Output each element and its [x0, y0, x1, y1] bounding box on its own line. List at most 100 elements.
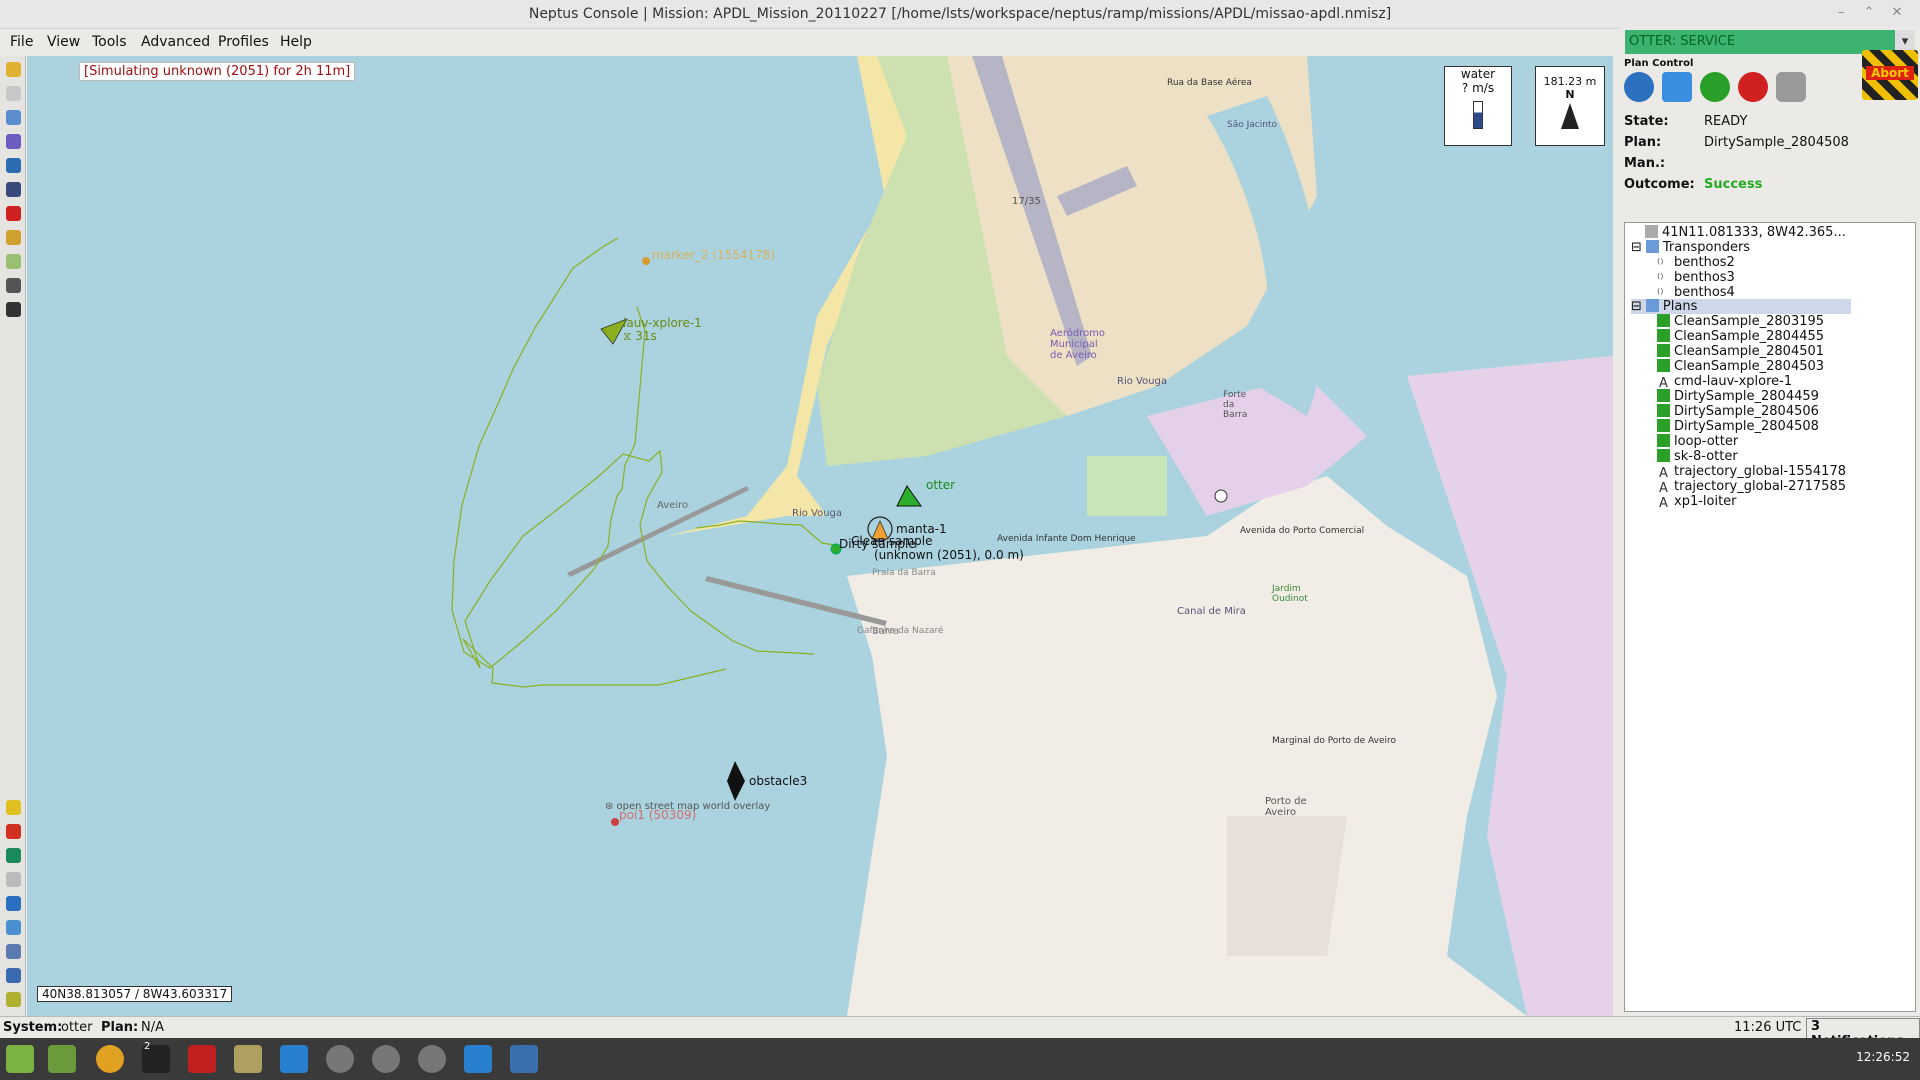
plan-label: DirtySample_2804508 [1674, 419, 1819, 434]
tree-plan[interactable]: Atrajectory_global-1554178 [1657, 464, 1846, 481]
wifi-icon[interactable] [326, 1045, 354, 1073]
maximize-icon[interactable]: ⌃ [1860, 4, 1878, 22]
antenna-icon[interactable] [1624, 72, 1654, 102]
print-icon[interactable] [6, 872, 21, 887]
sun-icon[interactable] [6, 62, 21, 77]
mission-tree[interactable]: 41N11.081333, 8W42.365... ⊟ Transponders … [1624, 222, 1916, 1012]
tree-plan[interactable]: DirtySample_2804459 [1657, 389, 1819, 404]
tree-plan[interactable]: sk-8-otter [1657, 449, 1738, 464]
plan-label: DirtySample_2804506 [1674, 404, 1819, 419]
teleoperation-icon[interactable] [1776, 72, 1806, 102]
eraser-icon[interactable] [6, 824, 21, 839]
app-icon[interactable] [188, 1045, 216, 1073]
tree-plans[interactable]: ⊟ Plans [1631, 299, 1851, 314]
browser-icon[interactable] [96, 1045, 124, 1073]
map-canvas[interactable]: [Simulating unknown (2051) for 2h 11m] 4… [27, 56, 1613, 1016]
river-label-1: Rio Vouga [792, 508, 843, 519]
marginal-label: Marginal do Porto de Aveiro [1272, 736, 1397, 746]
plan-icon [1657, 434, 1670, 447]
vehicle-service-label: OTTER: SERVICE [1629, 34, 1736, 49]
wifi-icon[interactable] [372, 1045, 400, 1073]
layers-icon[interactable] [6, 992, 21, 1007]
plan-label: CleanSample_2804501 [1674, 344, 1825, 359]
transponder-label: benthos2 [1674, 255, 1735, 270]
scale-label: 181.23 m [1543, 75, 1597, 88]
lock-icon[interactable] [6, 230, 21, 245]
folder-icon [1645, 240, 1659, 253]
start-plan-icon[interactable] [1700, 72, 1730, 102]
menu-advanced[interactable]: Advanced [141, 34, 210, 50]
tree-plan[interactable]: Axp1-loiter [1657, 494, 1737, 511]
tree-home[interactable]: 41N11.081333, 8W42.365... [1645, 225, 1846, 240]
eye-icon[interactable] [6, 278, 21, 293]
otter-label: otter [926, 478, 956, 492]
tree-plan[interactable]: DirtySample_2804506 [1657, 404, 1819, 419]
tree-transponder[interactable]: ⁽⁾ benthos3 [1657, 270, 1735, 287]
network-icon[interactable] [6, 944, 21, 959]
menu-help[interactable]: Help [280, 34, 312, 50]
world-icon[interactable] [6, 158, 21, 173]
plan-label: trajectory_global-1554178 [1674, 464, 1846, 479]
tree-plan[interactable]: CleanSample_2804503 [1657, 359, 1824, 374]
pen-icon[interactable] [6, 206, 21, 221]
ship-icon[interactable] [6, 920, 21, 935]
measure-icon[interactable] [6, 86, 21, 101]
clock: 12:26:52 [1856, 1050, 1910, 1064]
system-value: otter [61, 1020, 93, 1035]
info-icon[interactable] [6, 968, 21, 983]
right-panel: OTTER: SERVICE ▾ Plan Control Abort Stat… [1620, 28, 1920, 1016]
pencil-icon[interactable] [6, 800, 21, 815]
files-icon[interactable] [234, 1045, 262, 1073]
vehicle-icon[interactable] [6, 182, 21, 197]
tree-plan[interactable]: CleanSample_2804455 [1657, 329, 1824, 344]
route-icon[interactable] [6, 134, 21, 149]
menu-icon[interactable] [6, 1045, 34, 1073]
menu-view[interactable]: View [47, 34, 80, 50]
gafanha-label: Gafanha da Nazaré [857, 626, 944, 636]
menu-file[interactable]: File [10, 34, 33, 50]
wifi-icon[interactable] [418, 1045, 446, 1073]
map-toolbar [0, 56, 26, 1016]
plan-label: Plan: [1624, 135, 1662, 150]
tree-plan[interactable]: Atrajectory_global-2717585 [1657, 479, 1846, 496]
tree-plan[interactable]: loop-otter [1657, 434, 1738, 449]
forte-label: Forte da Barra [1223, 390, 1248, 420]
plan-outline-icon: A [1659, 376, 1668, 391]
water-speed: ? m/s [1461, 81, 1495, 95]
neptus-icon[interactable] [510, 1045, 538, 1073]
outcome-value: Success [1704, 177, 1763, 192]
target-icon[interactable] [6, 302, 21, 317]
tree-plan[interactable]: Acmd-lauv-xplore-1 [1657, 374, 1792, 391]
coordinate-readout: 40N38.813057 / 8W43.603317 [37, 986, 233, 1002]
close-icon[interactable]: ✕ [1888, 4, 1906, 22]
menu-tools[interactable]: Tools [92, 34, 127, 50]
tree-plan[interactable]: CleanSample_2804501 [1657, 344, 1824, 359]
plan-label: CleanSample_2803195 [1674, 314, 1825, 329]
send-plan-icon[interactable] [1662, 72, 1692, 102]
tree-transponders[interactable]: ⊟ Transponders [1631, 240, 1750, 255]
globe-icon[interactable] [6, 110, 21, 125]
collapse-icon[interactable]: ⊟ [1631, 240, 1642, 255]
tree-transponder[interactable]: ⁽⁾ benthos2 [1657, 255, 1735, 272]
plan-outline-icon: A [1659, 496, 1668, 511]
teamviewer-icon[interactable] [280, 1045, 308, 1073]
folder-icon[interactable] [48, 1045, 76, 1073]
minimize-icon[interactable]: – [1832, 4, 1850, 22]
chart-icon[interactable] [6, 254, 21, 269]
refresh-icon[interactable] [6, 848, 21, 863]
lauv-label: lauv-xplore-1 [623, 316, 702, 330]
tree-plan[interactable]: DirtySample_2804508 [1657, 419, 1819, 434]
tree-plan[interactable]: CleanSample_2803195 [1657, 314, 1824, 329]
abort-button[interactable]: Abort [1862, 50, 1918, 100]
collapse-icon[interactable]: ⊟ [1631, 299, 1642, 314]
plan-label: xp1-loiter [1674, 494, 1737, 509]
avenida-porto-label: Avenida do Porto Comercial [1240, 526, 1365, 536]
stop-plan-icon[interactable] [1738, 72, 1768, 102]
terminal-icon[interactable]: 2 [142, 1041, 170, 1073]
transponder-label: benthos3 [1674, 270, 1735, 285]
plan-status-label: Plan: [101, 1020, 139, 1035]
tree-transponder[interactable]: ⁽⁾ benthos4 [1657, 285, 1735, 302]
grid-icon[interactable] [6, 896, 21, 911]
menu-profiles[interactable]: Profiles [218, 34, 269, 50]
teamviewer-icon[interactable] [464, 1045, 492, 1073]
